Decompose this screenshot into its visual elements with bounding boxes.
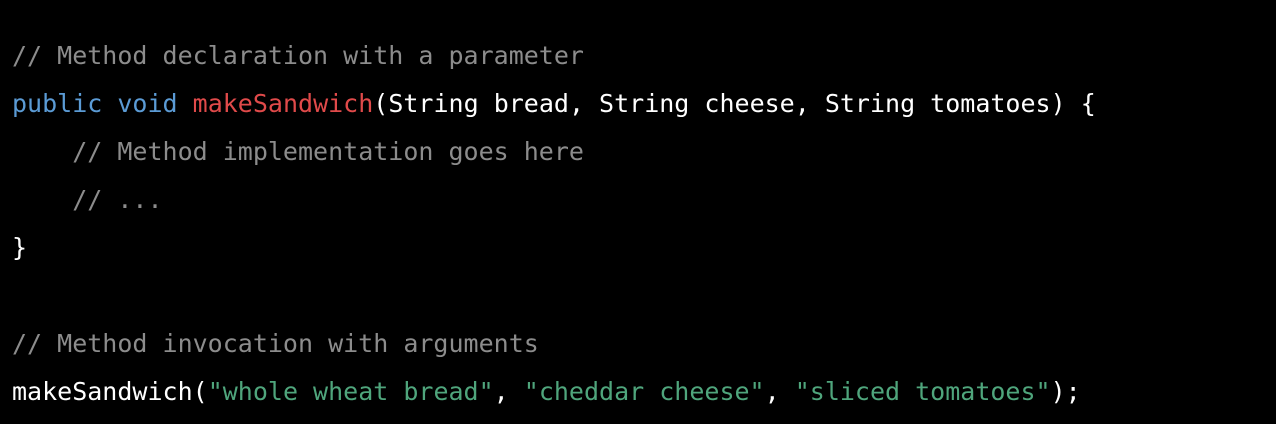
code-line-7: // Method invocation with arguments <box>12 320 1276 368</box>
keyword-public: public <box>12 89 103 118</box>
close-paren: ); <box>1050 377 1081 406</box>
code-line-1: // Method declaration with a parameter <box>12 32 1276 80</box>
separator: , <box>493 377 524 406</box>
keyword-void: void <box>117 89 178 118</box>
string-argument-2: "cheddar cheese" <box>523 377 765 406</box>
code-block: // Method declaration with a parameter p… <box>12 32 1276 424</box>
code-line-2: public void makeSandwich(String bread, S… <box>12 80 1276 128</box>
comment: // Method invocation with arguments <box>12 329 539 358</box>
separator: , <box>764 377 795 406</box>
method-parameters: (String bread, String cheese, String tom… <box>373 89 1096 118</box>
string-argument-3: "sliced tomatoes" <box>794 377 1051 406</box>
comment: // Method declaration with a parameter <box>12 41 584 70</box>
closing-brace: } <box>12 233 28 262</box>
open-paren: ( <box>192 377 208 406</box>
code-line-4: // ... <box>12 176 1276 224</box>
comment: // ... <box>72 185 163 214</box>
method-call-name: makeSandwich <box>12 377 193 406</box>
code-line-8: makeSandwich("whole wheat bread", "chedd… <box>12 368 1276 416</box>
code-line-5: } <box>12 224 1276 272</box>
string-argument-1: "whole wheat bread" <box>207 377 494 406</box>
comment: // Method implementation goes here <box>72 137 584 166</box>
method-name: makeSandwich <box>192 89 374 118</box>
code-line-3: // Method implementation goes here <box>12 128 1276 176</box>
